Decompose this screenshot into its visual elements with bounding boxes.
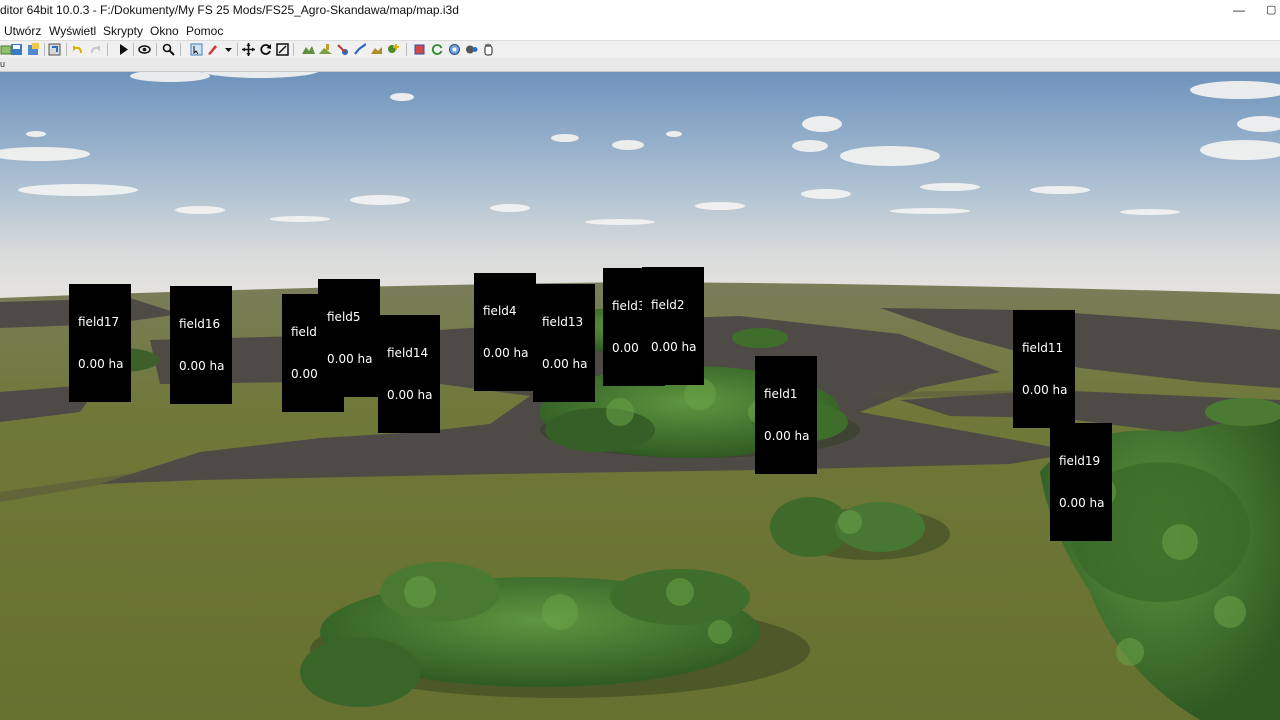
select-icon[interactable] xyxy=(190,43,203,56)
field-area: 0.00 ha xyxy=(78,357,124,371)
field-label-field2[interactable]: field2 0.00 ha xyxy=(642,267,704,385)
field-area: 0.00 ha xyxy=(764,429,810,443)
field-area: 0.00 ha xyxy=(387,388,433,402)
scale-icon[interactable] xyxy=(276,43,289,56)
foliage-paint-icon[interactable] xyxy=(336,43,349,56)
field-area: 0.00 ha xyxy=(483,346,529,360)
field-label-field17[interactable]: field17 0.00 ha xyxy=(69,284,131,402)
field-name: field13 xyxy=(542,315,584,329)
gear-icon[interactable] xyxy=(465,43,478,56)
toolbar-separator xyxy=(107,43,108,56)
toolbar-separator xyxy=(237,43,238,56)
rotate-icon[interactable] xyxy=(259,43,272,56)
field-label-field19[interactable]: field19 0.00 ha xyxy=(1050,423,1112,541)
settings-icon[interactable] xyxy=(448,43,461,56)
field-area: 0.00 ha xyxy=(327,352,373,366)
toolbar xyxy=(0,40,1280,59)
toolbar-separator xyxy=(156,43,157,56)
3d-viewport[interactable]: field17 0.00 ha field16 0.00 ha field15 … xyxy=(0,72,1280,720)
fill-icon[interactable] xyxy=(370,43,383,56)
toolbar-separator xyxy=(133,43,134,56)
add-object-icon[interactable] xyxy=(387,43,400,56)
menu-skrypty[interactable]: Skrypty xyxy=(103,24,143,38)
field-label-field11[interactable]: field11 0.00 ha xyxy=(1013,310,1075,428)
field-label-field5[interactable]: field5 0.00 ha xyxy=(318,279,380,397)
field-name: field17 xyxy=(78,315,120,329)
field-area: 0.00 ha xyxy=(651,340,697,354)
field-name: field4 xyxy=(483,304,517,318)
save-as-icon[interactable] xyxy=(27,43,40,56)
field-name: field5 xyxy=(327,310,361,324)
toolbar-separator xyxy=(293,43,294,56)
title-bar: ditor 64bit 10.0.3 - F:/Dokumenty/My FS … xyxy=(0,0,1280,22)
dropdown-arrow-icon[interactable] xyxy=(222,43,235,56)
save-icon[interactable] xyxy=(10,43,23,56)
field-area: 0.00 ha xyxy=(179,359,225,373)
field-name: field16 xyxy=(179,317,221,331)
field-label-field1[interactable]: field1 0.00 ha xyxy=(755,356,817,474)
field-name: field2 xyxy=(651,298,685,312)
toolbar-separator xyxy=(44,43,45,56)
eye-icon[interactable] xyxy=(138,43,151,56)
menu-bar: Utwórz Wyświetl Skrypty Okno Pomoc xyxy=(0,22,1280,40)
field-name: field11 xyxy=(1022,341,1064,355)
field-area: 0.00 ha xyxy=(1059,496,1105,510)
menu-pomoc[interactable]: Pomoc xyxy=(186,24,223,38)
field-label-field14[interactable]: field14 0.00 ha xyxy=(378,315,440,433)
toolbar-separator xyxy=(180,43,181,56)
redo-icon[interactable] xyxy=(89,43,102,56)
menu-utworz[interactable]: Utwórz xyxy=(4,24,41,38)
field-label-field13[interactable]: field13 0.00 ha xyxy=(533,284,595,402)
field-name: field14 xyxy=(387,346,429,360)
search-icon[interactable] xyxy=(162,43,175,56)
hand-icon[interactable] xyxy=(482,43,495,56)
menu-okno[interactable]: Okno xyxy=(150,24,179,38)
window-title: ditor 64bit 10.0.3 - F:/Dokumenty/My FS … xyxy=(0,3,459,17)
toolbar-separator xyxy=(406,43,407,56)
field-label-field16[interactable]: field16 0.00 ha xyxy=(170,286,232,404)
field-area: 0.00 ha xyxy=(1022,383,1068,397)
terrain-paint-icon[interactable] xyxy=(319,43,332,56)
view-tab-strip: u xyxy=(0,58,1280,72)
move-icon[interactable] xyxy=(242,43,255,56)
cube-icon[interactable] xyxy=(413,43,426,56)
maximize-button[interactable]: ▢ xyxy=(1266,0,1280,22)
field-name: field1 xyxy=(764,387,798,401)
terrain-sculpt-icon[interactable] xyxy=(302,43,315,56)
menu-wyswietl[interactable]: Wyświetl xyxy=(49,24,96,38)
field-area: 0.00 ha xyxy=(542,357,588,371)
minimize-button[interactable]: — xyxy=(1224,0,1254,22)
undo-icon[interactable] xyxy=(71,43,84,56)
play-icon[interactable] xyxy=(117,43,130,56)
toolbar-separator xyxy=(66,43,67,56)
refresh-icon[interactable] xyxy=(431,43,444,56)
field-name: field19 xyxy=(1059,454,1101,468)
view-tab-label[interactable]: u xyxy=(0,58,5,70)
paint-icon[interactable] xyxy=(206,43,219,56)
import-icon[interactable] xyxy=(48,43,61,56)
brush-icon[interactable] xyxy=(353,43,366,56)
field-label-field4[interactable]: field4 0.00 ha xyxy=(474,273,536,391)
